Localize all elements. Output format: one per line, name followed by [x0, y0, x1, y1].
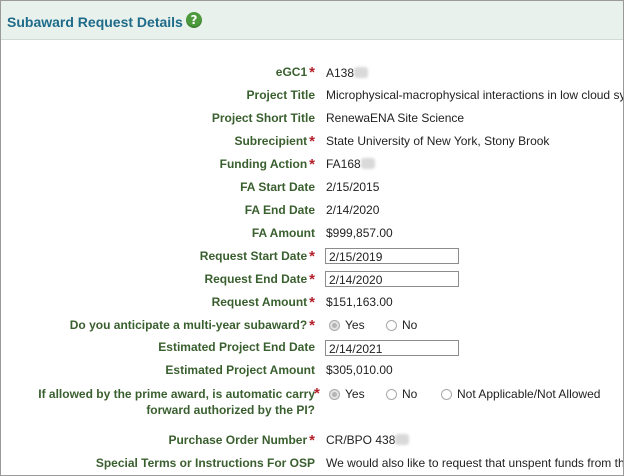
row-fa-amount: FA Amount $999,857.00 — [1, 226, 623, 248]
row-special-terms: Special Terms or Instructions For OSP We… — [1, 456, 624, 475]
help-icon[interactable]: ? — [186, 12, 202, 28]
row-request-amount: Request Amount * $151,163.00 — [1, 294, 623, 316]
multi-year-no-option[interactable]: No — [386, 318, 417, 332]
egc1-label: eGC1 * — [275, 64, 315, 81]
request-end-date-label: Request End Date * — [204, 271, 315, 288]
row-funding-action: Funding Action * FA168 — [1, 156, 623, 178]
estimated-amount-label: Estimated Project Amount — [165, 363, 315, 377]
row-project-short-title: Project Short Title RenewaENA Site Scien… — [1, 111, 623, 133]
required-marker: * — [309, 271, 315, 288]
row-fa-end-date: FA End Date 2/14/2020 — [1, 203, 623, 225]
special-terms-label: Special Terms or Instructions For OSP — [95, 456, 315, 470]
funding-action-label: Funding Action * — [219, 156, 315, 173]
radio-unselected-icon[interactable] — [386, 320, 397, 331]
fa-end-date-label: FA End Date — [244, 203, 315, 217]
row-project-title: Project Title Microphysical-macrophysica… — [1, 88, 623, 110]
request-start-date-input[interactable]: 2/15/2019 — [325, 248, 459, 264]
purchase-order-value: CR/BPO 438 — [326, 433, 410, 448]
fa-amount-label: FA Amount — [251, 226, 315, 240]
row-multi-year: Do you anticipate a multi-year subaward?… — [1, 317, 623, 339]
radio-unselected-icon[interactable] — [386, 389, 397, 400]
project-title-label: Project Title — [246, 88, 315, 102]
redacted-mark — [354, 67, 369, 78]
project-short-title-value: RenewaENA Site Science — [326, 111, 465, 125]
egc1-value: A138 — [326, 66, 369, 81]
request-amount-label: Request Amount * — [211, 294, 315, 311]
panel-header: Subaward Request Details ? — [1, 1, 623, 40]
subrecipient-label: Subrecipient * — [234, 133, 315, 150]
required-marker: * — [314, 385, 320, 402]
carry-forward-label: If allowed by the prime award, is automa… — [38, 387, 315, 417]
radio-selected-icon[interactable] — [329, 320, 340, 331]
required-marker: * — [309, 133, 315, 150]
request-start-date-label: Request Start Date * — [199, 248, 315, 265]
estimated-end-date-label: Estimated Project End Date — [158, 340, 315, 354]
request-end-date-input[interactable]: 2/14/2020 — [325, 271, 459, 287]
carry-forward-no-option[interactable]: No — [386, 387, 417, 401]
row-request-start-date: Request Start Date * 2/15/2019 — [1, 248, 623, 270]
redacted-mark — [360, 158, 375, 169]
fa-start-date-value: 2/15/2015 — [326, 180, 380, 194]
project-title-value: Microphysical-macrophysical interactions… — [326, 88, 624, 102]
page-title: Subaward Request Details — [7, 14, 183, 30]
request-amount-value: $151,163.00 — [326, 295, 393, 309]
row-egc1: eGC1 * A138 — [1, 64, 623, 86]
row-estimated-amount: Estimated Project Amount $305,010.00 — [1, 363, 623, 385]
required-marker: * — [309, 248, 315, 265]
estimated-end-date-input[interactable]: 2/14/2021 — [325, 340, 459, 356]
funding-action-value: FA168 — [326, 157, 375, 172]
row-request-end-date: Request End Date * 2/14/2020 — [1, 271, 623, 293]
carry-forward-na-option[interactable]: Not Applicable/Not Allowed — [441, 387, 600, 401]
project-short-title-label: Project Short Title — [211, 111, 315, 125]
row-estimated-end-date: Estimated Project End Date 2/14/2021 — [1, 340, 623, 362]
radio-selected-icon[interactable] — [329, 389, 340, 400]
subrecipient-value: State University of New York, Stony Broo… — [326, 134, 550, 148]
required-marker: * — [309, 432, 315, 449]
estimated-amount-value: $305,010.00 — [326, 363, 393, 377]
required-marker: * — [309, 64, 315, 81]
fa-start-date-label: FA Start Date — [240, 180, 315, 194]
row-subrecipient: Subrecipient * State University of New Yo… — [1, 133, 623, 155]
special-terms-value: We would also like to request that unspe… — [326, 456, 624, 470]
row-carry-forward: If allowed by the prime award, is automa… — [1, 385, 623, 420]
required-marker: * — [309, 317, 315, 334]
required-marker: * — [309, 294, 315, 311]
radio-unselected-icon[interactable] — [441, 389, 452, 400]
purchase-order-label: Purchase Order Number * — [168, 432, 315, 449]
subaward-panel: Subaward Request Details ? eGC1 * A138 Pr… — [0, 0, 624, 476]
row-purchase-order: Purchase Order Number * CR/BPO 438 — [1, 432, 623, 454]
required-marker: * — [309, 156, 315, 173]
fa-amount-value: $999,857.00 — [326, 226, 393, 240]
carry-forward-yes-option[interactable]: Yes — [329, 387, 365, 401]
row-fa-start-date: FA Start Date 2/15/2015 — [1, 180, 623, 202]
multi-year-yes-option[interactable]: Yes — [329, 318, 365, 332]
multi-year-label: Do you anticipate a multi-year subaward?… — [69, 317, 315, 334]
fa-end-date-value: 2/14/2020 — [326, 203, 380, 217]
redacted-mark — [395, 434, 410, 445]
